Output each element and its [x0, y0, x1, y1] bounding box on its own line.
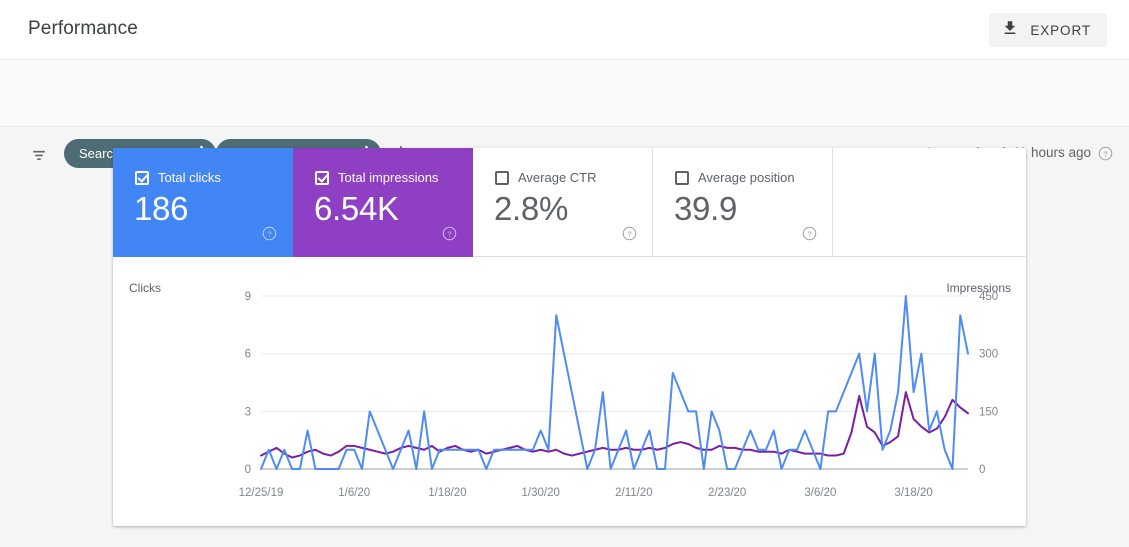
chart-canvas: 0 0 3 150 6 300 9 450 12/25/19 1/6/20 1/18/20 1/30/… [239, 291, 999, 499]
metric-tile-header: Average CTR [495, 170, 597, 185]
metric-tile-label: Average CTR [518, 170, 597, 185]
chart-right-tick-label: 150 [979, 406, 998, 418]
svg-text:?: ? [1103, 149, 1107, 158]
metric-tiles: Total clicks 186 ? Total impressions 6.5… [113, 148, 1026, 257]
metric-tile-total-impressions[interactable]: Total impressions 6.54K ? [293, 148, 473, 257]
chart-series-clicks [260, 295, 969, 470]
page-title: Performance [28, 18, 138, 39]
metric-tile-header: Total impressions [315, 170, 438, 185]
chart-x-tick-label: 2/23/20 [708, 487, 746, 499]
performance-chart: Clicks Impressions 0 0 3 150 6 300 9 450 12/25/1… [113, 257, 1026, 526]
chart-x-tick-label: 1/30/20 [522, 487, 560, 499]
metric-tile-average-ctr[interactable]: Average CTR 2.8% ? [473, 148, 653, 257]
metric-tile-header: Total clicks [135, 170, 221, 185]
performance-card: Total clicks 186 ? Total impressions 6.5… [113, 148, 1026, 526]
export-label: EXPORT [1030, 22, 1091, 38]
checkbox-icon[interactable] [135, 170, 149, 185]
chart-left-tick-label: 6 [245, 349, 251, 361]
metric-tile-average-position[interactable]: Average position 39.9 ? [653, 148, 833, 257]
export-button[interactable]: EXPORT [989, 13, 1107, 47]
help-circle-icon[interactable]: ? [622, 226, 637, 246]
metric-tile-label: Total clicks [158, 170, 221, 185]
chart-right-tick-label: 0 [979, 464, 985, 476]
metric-tile-value: 186 [134, 190, 189, 227]
chart-right-tick-label: 450 [979, 291, 998, 303]
chart-left-tick-label: 3 [245, 406, 251, 418]
help-circle-icon[interactable]: ? [262, 226, 277, 246]
chart-left-tick-label: 0 [245, 464, 251, 476]
help-circle-icon[interactable]: ? [802, 226, 817, 246]
checkbox-icon[interactable] [495, 170, 509, 185]
svg-text:?: ? [267, 229, 271, 238]
checkbox-icon[interactable] [315, 170, 329, 185]
help-circle-icon[interactable]: ? [442, 226, 457, 246]
metric-tile-value: 6.54K [314, 190, 399, 227]
svg-text:?: ? [447, 229, 451, 238]
checkbox-icon[interactable] [675, 170, 689, 185]
filter-bar: Search type: Web Date: Last 3 months NEW… [0, 60, 1129, 168]
chart-x-tick-label: 1/6/20 [338, 487, 370, 499]
download-icon [1001, 19, 1019, 42]
chart-x-tick-label: 12/25/19 [239, 487, 284, 499]
metric-tile-header: Average position [675, 170, 795, 185]
page-header: Performance EXPORT [0, 0, 1129, 60]
metric-tile-value: 39.9 [674, 190, 738, 227]
chart-x-tick-label: 2/11/20 [615, 487, 653, 499]
metric-tiles-filler [833, 148, 1026, 257]
chart-x-tick-label: 1/18/20 [428, 487, 466, 499]
filter-list-icon[interactable] [29, 145, 49, 170]
performance-report-page: Performance EXPORT Search type: Web Date… [0, 0, 1129, 547]
metric-tile-label: Average position [698, 170, 795, 185]
chart-x-tick-label: 3/6/20 [804, 487, 836, 499]
metric-tile-label: Total impressions [338, 170, 439, 185]
metric-tile-value: 2.8% [494, 190, 569, 227]
chart-left-tick-label: 9 [245, 291, 251, 303]
svg-text:?: ? [807, 229, 811, 238]
chart-x-tick-label: 3/18/20 [894, 487, 932, 499]
svg-text:?: ? [627, 229, 631, 238]
chart-right-tick-label: 300 [979, 349, 998, 361]
help-circle-icon[interactable]: ? [1098, 146, 1113, 166]
metric-tile-total-clicks[interactable]: Total clicks 186 ? [113, 148, 293, 257]
